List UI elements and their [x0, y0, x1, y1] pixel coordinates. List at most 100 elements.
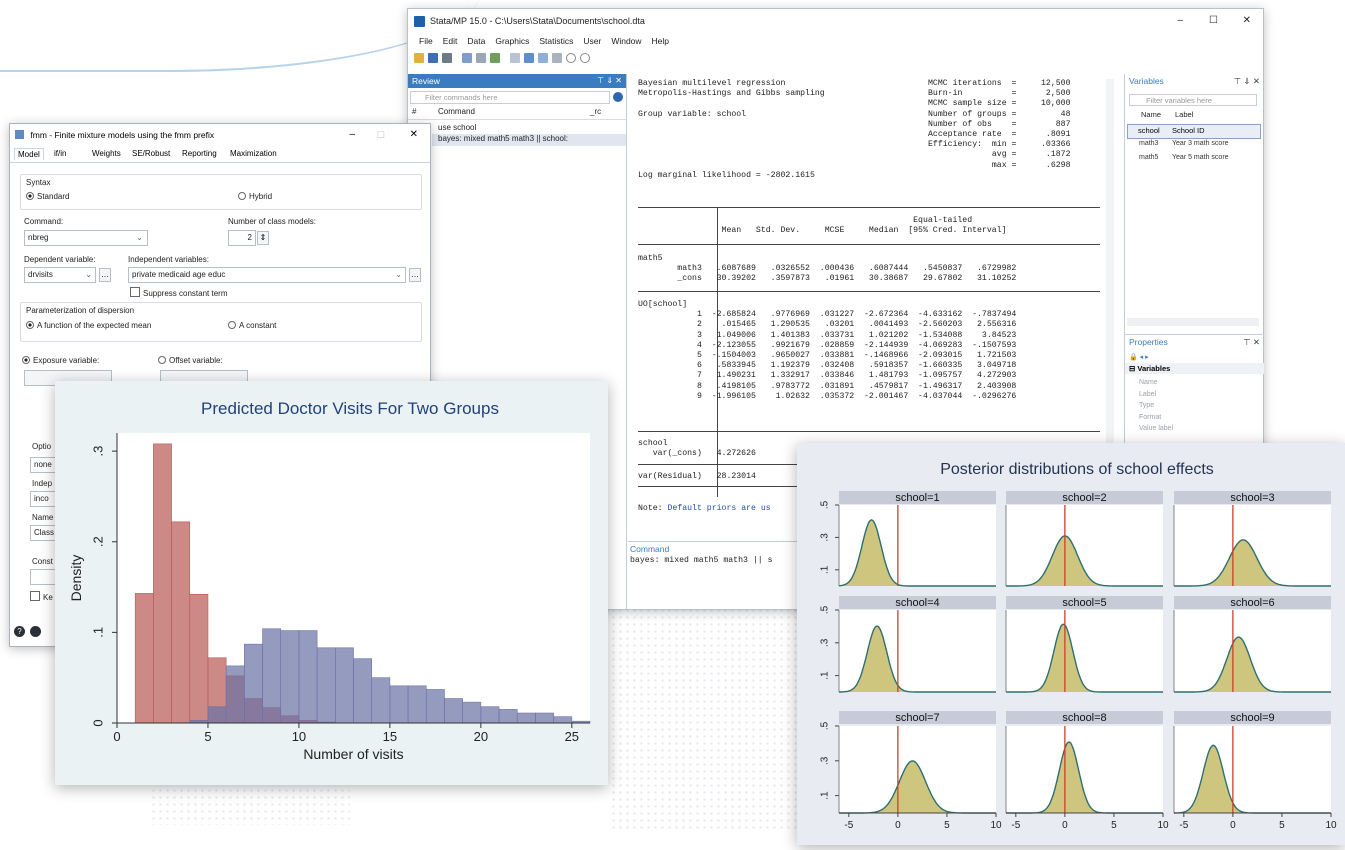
- x-tick-label: 10: [1157, 820, 1169, 831]
- panel-label: school=8: [1062, 712, 1106, 724]
- review-filter-input[interactable]: Filter commands here: [410, 91, 610, 104]
- histogram-bar-blue: [516, 712, 536, 724]
- review-pane-title: Review ⊤ ⇓ ✕: [408, 74, 626, 88]
- variable-row[interactable]: school School ID: [1127, 124, 1261, 139]
- viewer-icon[interactable]: [476, 53, 486, 63]
- variables-manager-icon[interactable]: [552, 53, 562, 63]
- stepper-arrows-icon[interactable]: ⇕: [257, 231, 269, 245]
- variable-row[interactable]: math3 Year 3 math score: [1127, 139, 1259, 151]
- open-icon[interactable]: [414, 53, 424, 63]
- graph-icon[interactable]: [490, 53, 500, 63]
- histogram-bar-blue: [480, 706, 500, 724]
- y-tick-label: .5: [820, 721, 831, 730]
- x-tick-label: 10: [292, 729, 306, 744]
- menu-data[interactable]: Data: [462, 36, 490, 46]
- tab-if-in[interactable]: if/in: [54, 149, 66, 158]
- histogram-bar-blue: [353, 658, 372, 724]
- minimize-button[interactable]: –: [1177, 15, 1183, 26]
- more-icon[interactable]: [566, 53, 576, 63]
- prop-value-label: Value label: [1139, 425, 1174, 432]
- reset-icon[interactable]: [30, 626, 41, 637]
- dofile-editor-icon[interactable]: [510, 53, 520, 63]
- param-expected-radio[interactable]: A function of the expected mean: [26, 321, 151, 330]
- break-icon[interactable]: [580, 53, 590, 63]
- dialog-close-button[interactable]: ✕: [410, 124, 418, 146]
- results-math5-block: math5 math3 .6087689 .0326552 .000436 .6…: [638, 254, 1017, 284]
- review-item[interactable]: bayes: mixed math5 math3 || school:: [432, 134, 626, 146]
- histogram-bar-blue: [462, 701, 482, 724]
- param-constant-radio[interactable]: A constant: [228, 321, 276, 330]
- review-header: # Command _rc: [408, 107, 626, 120]
- indepvar-field[interactable]: private medicaid age educ ⌄: [128, 267, 406, 283]
- tab-maximization[interactable]: Maximization: [230, 149, 277, 158]
- syntax-hybrid-radio[interactable]: Hybrid: [238, 192, 272, 201]
- chart-title: Predicted Doctor Visits For Two Groups: [201, 399, 499, 418]
- command-input[interactable]: bayes: mixed math5 math3 || s: [630, 556, 773, 566]
- maximize-button[interactable]: ☐: [1209, 15, 1218, 26]
- num-class-stepper[interactable]: 2: [228, 230, 256, 246]
- rule-mid2: [638, 431, 1100, 432]
- const-label: Const: [32, 557, 53, 566]
- y-tick-label: .3: [90, 446, 105, 457]
- tab-se-robust[interactable]: SE/Robust: [132, 149, 170, 158]
- col-command: Command: [438, 107, 475, 116]
- tab-model[interactable]: Model: [14, 148, 44, 160]
- depvar-field[interactable]: drvisits ⌄: [24, 267, 96, 283]
- command-pane-title: Command: [630, 544, 670, 554]
- col-rc: _rc: [590, 107, 602, 116]
- dialog-maximize-button[interactable]: ☐: [377, 124, 385, 146]
- menu-window[interactable]: Window: [606, 36, 646, 46]
- chart-title: Posterior distributions of school effect…: [940, 461, 1214, 478]
- x-tick-label: 10: [1325, 820, 1337, 831]
- tab-reporting[interactable]: Reporting: [182, 149, 217, 158]
- x-tick-label: 20: [474, 729, 488, 744]
- variables-scrollbar[interactable]: [1127, 318, 1259, 326]
- depvar-browse-button[interactable]: …: [99, 268, 111, 282]
- exposure-radio[interactable]: Exposure variable:: [22, 356, 99, 365]
- data-browser-icon[interactable]: [538, 53, 548, 63]
- menu-file[interactable]: File: [414, 36, 438, 46]
- properties-fields: Name Label Type Format Value label: [1139, 377, 1173, 435]
- dialog-minimize-button[interactable]: –: [349, 124, 355, 146]
- save-icon[interactable]: [428, 53, 438, 63]
- offset-radio[interactable]: Offset variable:: [158, 356, 223, 365]
- results-header-left: Bayesian multilevel regression Metropoli…: [638, 79, 825, 180]
- indepvar-browse-button[interactable]: …: [409, 268, 421, 282]
- tab-weights[interactable]: Weights: [92, 149, 121, 158]
- keep-checkbox[interactable]: Ke: [30, 591, 53, 602]
- suppress-constant-checkbox[interactable]: Suppress constant term: [130, 287, 227, 298]
- close-button[interactable]: ✕: [1243, 15, 1251, 26]
- panel-label: school=3: [1230, 492, 1274, 504]
- panel-label: school=1: [895, 492, 939, 504]
- review-item[interactable]: use school: [438, 123, 476, 132]
- background-dots: [150, 780, 350, 825]
- menu-help[interactable]: Help: [647, 36, 674, 46]
- menu-user[interactable]: User: [578, 36, 606, 46]
- menu-edit[interactable]: Edit: [438, 36, 463, 46]
- dialog-title-bar: fmm - Finite mixture models using the fm…: [10, 124, 430, 146]
- panel-label: school=5: [1062, 597, 1106, 609]
- print-icon[interactable]: [442, 53, 452, 63]
- help-icon[interactable]: [613, 92, 623, 102]
- histogram-bar-blue: [389, 685, 409, 724]
- log-icon[interactable]: [462, 53, 472, 63]
- name-label: Name: [32, 513, 54, 522]
- menu-statistics[interactable]: Statistics: [534, 36, 578, 46]
- variables-filter-input[interactable]: Filter variables here: [1129, 94, 1257, 106]
- results-header-right: MCMC iterations = 12,500 Burn-in = 2,500…: [928, 79, 1071, 170]
- command-select[interactable]: nbreg ⌄: [24, 230, 148, 246]
- x-tick-label: 10: [990, 820, 1002, 831]
- toolbar: [408, 49, 1263, 67]
- panel-label: school=6: [1230, 597, 1274, 609]
- x-tick-label: -5: [1011, 820, 1020, 831]
- data-editor-icon[interactable]: [524, 53, 534, 63]
- menu-graphics[interactable]: Graphics: [490, 36, 534, 46]
- lock-icon[interactable]: 🔒 ◂ ▸: [1129, 353, 1149, 361]
- background-dots: [610, 600, 810, 830]
- variable-row[interactable]: math5 Year 5 math score: [1127, 153, 1259, 165]
- rule-head: [638, 244, 1100, 245]
- histogram-bar-red: [134, 593, 154, 724]
- syntax-standard-radio[interactable]: Standard: [26, 192, 69, 201]
- help-icon[interactable]: ?: [14, 626, 25, 637]
- results-resid-block: var(Residual) 28.23014: [638, 472, 756, 481]
